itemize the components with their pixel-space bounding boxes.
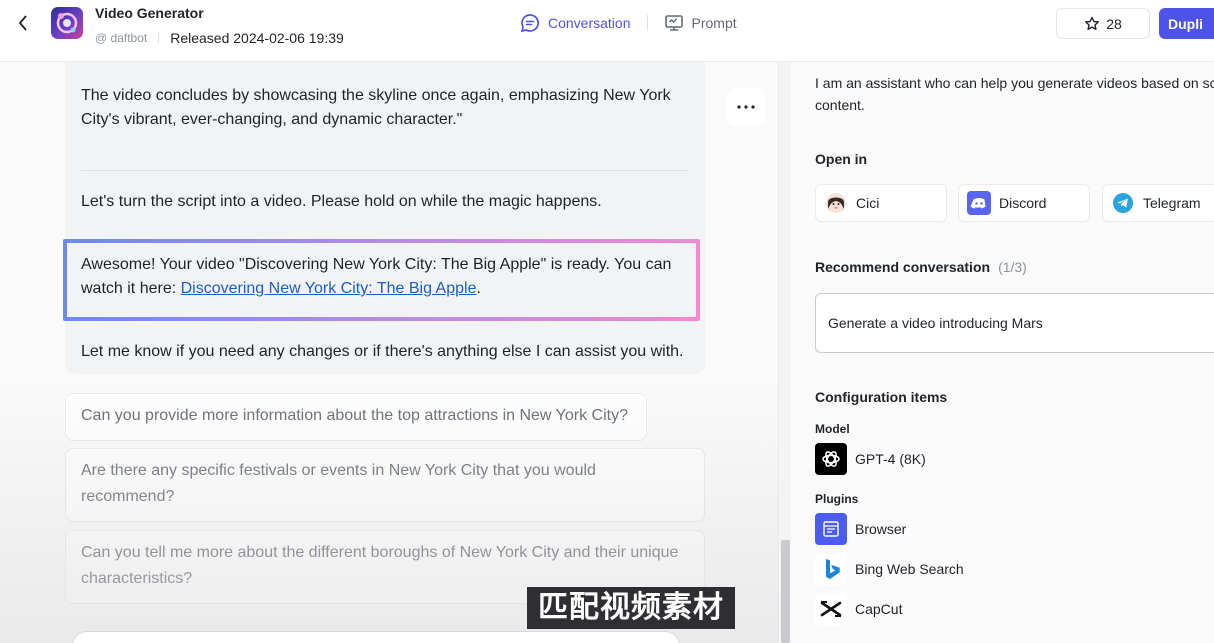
top-bar: Video Generator @ daftbot Released 2024-… [0, 0, 1214, 62]
message-divider [81, 170, 689, 171]
config-title: Configuration items [815, 389, 948, 405]
suggested-question[interactable]: Are there any specific festivals or even… [65, 448, 705, 522]
scrollbar-thumb[interactable] [781, 540, 790, 643]
link-suffix: . [476, 280, 481, 297]
recommended-conversation[interactable]: Generate a video introducing Mars [815, 293, 1214, 353]
mode-divider [646, 15, 648, 31]
telegram-icon [1111, 191, 1135, 215]
bing-icon [815, 553, 847, 585]
back-arrow-icon[interactable] [12, 12, 34, 34]
open-in-cici[interactable]: Cici [815, 184, 947, 222]
model-label: Model [815, 422, 850, 436]
star-count: 28 [1106, 15, 1122, 32]
open-in-telegram[interactable]: Telegram [1102, 184, 1214, 222]
message-paragraph: Let's turn the script into a video. Plea… [81, 193, 602, 210]
message-paragraph: The video concludes by showcasing the sk… [81, 87, 671, 128]
plugin-name: CapCut [855, 601, 903, 617]
plugin-item: CapCut [815, 593, 902, 625]
chat-scrollbar[interactable] [778, 62, 791, 643]
openai-icon [815, 443, 847, 475]
open-in-title: Open in [815, 151, 868, 167]
mode-switch: Conversation Prompt [520, 13, 737, 33]
plugin-item: Browser [815, 513, 906, 545]
tab-prompt-label: Prompt [691, 15, 737, 31]
meta-divider [158, 32, 160, 44]
plugin-item: Bing Web Search [815, 553, 964, 585]
chat-area: The video concludes by showcasing the sk… [0, 62, 778, 643]
video-caption-overlay: 匹配视频素材 [527, 587, 735, 629]
tab-prompt[interactable]: Prompt [664, 13, 737, 33]
cici-label: Cici [856, 195, 880, 211]
video-link[interactable]: Discovering New York City: The Big Apple [181, 280, 477, 297]
monitor-icon [664, 15, 683, 31]
bot-meta: @ daftbot Released 2024-02-06 19:39 [95, 30, 344, 46]
recommend-title-text: Recommend conversation [815, 259, 991, 275]
plugins-label: Plugins [815, 492, 859, 506]
tab-conversation[interactable]: Conversation [520, 13, 631, 33]
message-input[interactable] [72, 631, 680, 643]
bot-handle[interactable]: @ daftbot [95, 31, 147, 45]
cici-avatar-icon [824, 191, 848, 215]
release-date: Released 2024-02-06 19:39 [170, 30, 344, 46]
capcut-icon [815, 593, 847, 625]
suggested-question[interactable]: Can you provide more information about t… [65, 393, 647, 441]
open-in-discord[interactable]: Discord [958, 184, 1090, 222]
plugin-name: Bing Web Search [855, 561, 964, 577]
bot-avatar [51, 7, 83, 39]
browser-icon [815, 513, 847, 545]
ellipsis-icon [737, 105, 755, 109]
discord-label: Discord [999, 195, 1047, 211]
video-ready-message: Awesome! Your video "Discovering New Yor… [81, 253, 687, 301]
bot-info-panel: I am an assistant who can help you gener… [791, 62, 1214, 643]
tab-conversation-label: Conversation [548, 15, 631, 31]
model-item: GPT-4 (8K) [815, 443, 926, 475]
model-name: GPT-4 (8K) [855, 451, 926, 467]
telegram-label: Telegram [1143, 195, 1201, 211]
plugin-name: Browser [855, 521, 907, 537]
bot-name: Video Generator [95, 5, 204, 21]
bot-description: I am an assistant who can help you gener… [815, 75, 1214, 113]
message-paragraph: Let me know if you need any changes or i… [81, 343, 684, 360]
more-options-button[interactable] [727, 88, 765, 126]
recommend-count: (1/3) [998, 259, 1027, 275]
star-icon [1085, 16, 1100, 30]
duplicate-button[interactable]: Dupli [1159, 8, 1214, 39]
recommend-title: Recommend conversation (1/3) [815, 259, 1027, 275]
chat-bubble-icon [520, 14, 539, 33]
star-button[interactable]: 28 [1056, 8, 1150, 39]
discord-icon [967, 191, 991, 215]
